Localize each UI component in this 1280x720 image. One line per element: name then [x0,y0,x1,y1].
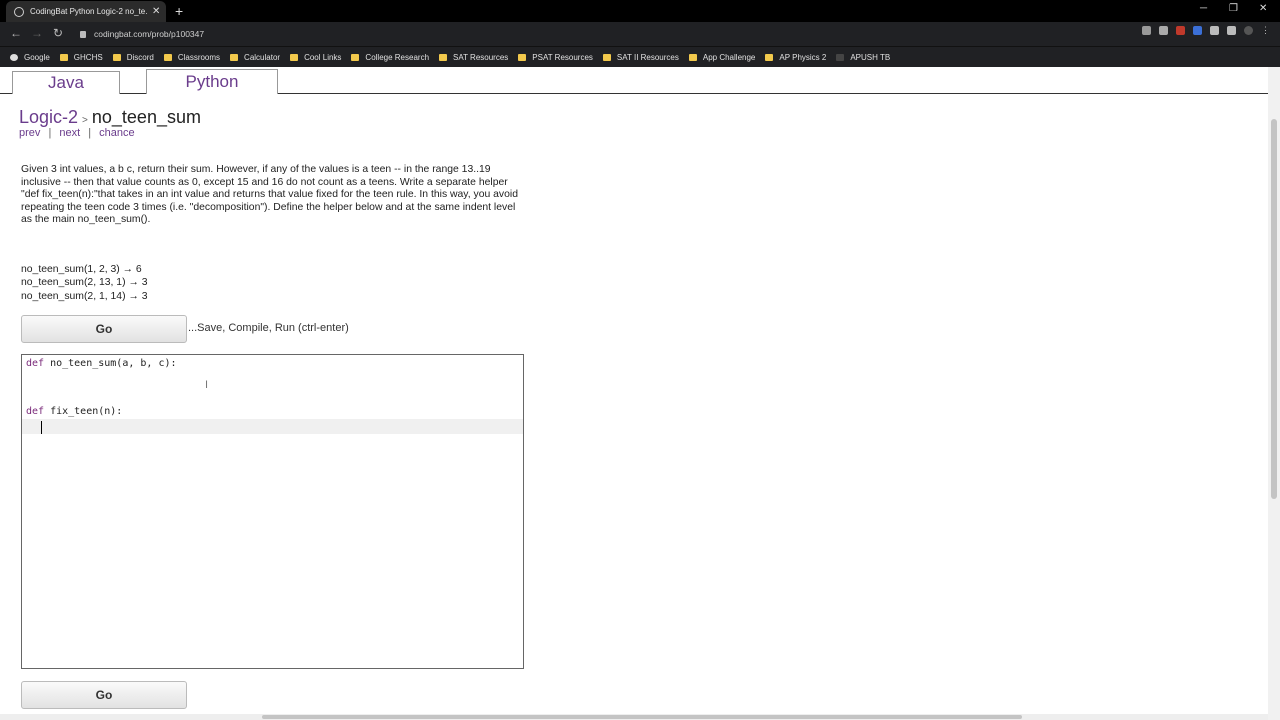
bookmark-apush-tb[interactable]: APUSH TB [836,53,890,62]
tab-title: CodingBat Python Logic-2 no_te... [30,7,148,16]
breadcrumb: Logic-2 > no_teen_sum [19,107,201,128]
vertical-scrollbar[interactable] [1268,67,1280,720]
globe-icon [10,53,18,61]
bookmark-label: Discord [126,52,154,62]
folder-icon [765,53,774,61]
address-bar[interactable]: codingbat.com/prob/p100347 [80,26,1120,42]
bookmark-sat-resources[interactable]: SAT Resources [439,53,508,62]
folder-icon [439,53,448,61]
bookmark-label: Classrooms [177,52,221,62]
chance-link[interactable]: chance [99,127,134,139]
folder-icon [112,53,121,61]
browser-titlebar: CodingBat Python Logic-2 no_te... ✕ + ─ … [0,0,1280,22]
folder-icon [230,53,239,61]
url-text: codingbat.com/prob/p100347 [94,29,205,39]
new-tab-button[interactable]: + [175,3,183,19]
bookmark-sat-ii-resources[interactable]: SAT II Resources [602,52,679,62]
breadcrumb-separator: > [82,115,88,126]
bookmark-label: APUSH TB [850,52,891,62]
folder-icon [59,53,68,61]
bookmark-college-research[interactable]: College Research [351,53,429,62]
bookmark-label: App Challenge [702,52,756,62]
tab-close-icon[interactable]: ✕ [152,6,160,17]
bookmark-google[interactable]: Google [10,53,50,62]
bookmark-label: GHCHS [73,52,103,62]
code-text: fix_teen(n): [44,406,123,417]
prev-link[interactable]: prev [19,127,40,139]
globe-icon [14,6,24,17]
code-line: def fix_teen(n): [26,404,122,420]
bookmark-icon [836,53,845,61]
problem-nav: prev | next | chance [19,127,135,139]
close-window-icon[interactable]: ✕ [1259,3,1267,14]
bookmark-psat-resources[interactable]: PSAT Resources [518,53,593,62]
example-line: no_teen_sum(1, 2, 3) → 6 [21,264,142,275]
code-text: no_teen_sum(a, b, c): [44,358,177,369]
folder-icon [602,53,611,61]
text-cursor [41,421,42,434]
bookmark-label: Cool Links [304,52,342,62]
horizontal-scrollbar[interactable] [0,714,1268,720]
go-button[interactable]: Go [21,315,187,343]
browser-tab[interactable]: CodingBat Python Logic-2 no_te... ✕ [6,1,166,22]
bookmark-cool-links[interactable]: Cool Links [290,53,341,62]
bookmark-discord[interactable]: Discord [112,52,154,62]
ibeam-cursor-icon: I [205,379,209,391]
scrollbar-thumb[interactable] [1271,119,1277,499]
puzzle-icon[interactable] [1227,26,1236,35]
folder-icon [163,53,172,61]
folder-icon [518,53,527,61]
star-icon[interactable] [1159,26,1168,35]
avatar[interactable] [1244,26,1253,35]
lock-icon [80,30,86,38]
extension-icon[interactable] [1210,26,1219,35]
bookmark-label: SAT Resources [453,52,509,62]
next-link[interactable]: next [59,127,80,139]
page-content: Java Python Logic-2 > no_teen_sum prev | n… [0,67,1268,720]
browser-toolbar: ← → ↻ codingbat.com/prob/p100347 ⋮ [0,22,1280,46]
bookmarks-bar: Google GHCHS Discord Classrooms Calculat… [0,46,1280,67]
example-line: no_teen_sum(2, 1, 14) → 3 [21,290,148,302]
example-line: no_teen_sum(2, 13, 1) → 3 [21,277,148,289]
bookmark-calculator[interactable]: Calculator [230,53,280,62]
extension-icons: ⋮ [1142,26,1270,35]
zoom-icon[interactable] [1142,26,1151,35]
code-editor[interactable]: def no_teen_sum(a, b, c): def fix_teen(n… [21,354,524,669]
tab-python[interactable]: Python [146,69,278,94]
menu-icon[interactable]: ⋮ [1261,26,1270,35]
tab-java[interactable]: Java [12,71,120,94]
page-title: no_teen_sum [91,107,201,127]
folder-icon [290,53,299,61]
bookmark-label: College Research [365,52,430,62]
bookmark-ghchs[interactable]: GHCHS [59,52,103,62]
folder-icon [351,53,360,61]
folder-icon [688,53,697,61]
bookmark-label: Google [24,52,50,62]
forward-icon[interactable]: → [31,26,43,40]
language-tabs: Java Python [0,67,1268,94]
bookmark-ap-physics-2[interactable]: AP Physics 2 [765,53,826,62]
bookmark-classrooms[interactable]: Classrooms [163,52,221,62]
extension-icon[interactable] [1193,26,1202,35]
bookmark-label: PSAT Resources [532,52,593,62]
active-line [22,419,523,434]
go-hint: ...Save, Compile, Run (ctrl-enter) [188,322,349,334]
back-icon[interactable]: ← [10,26,22,40]
section-link[interactable]: Logic-2 [19,107,78,127]
bookmark-app-challenge[interactable]: App Challenge [688,52,756,62]
go-button-bottom[interactable]: Go [21,681,187,709]
examples: no_teen_sum(1, 2, 3) → 6 no_teen_sum(2, … [21,263,148,303]
bookmark-label: SAT II Resources [616,52,679,62]
restore-icon[interactable]: ❐ [1229,3,1238,14]
code-keyword: def [26,358,45,369]
adblock-icon[interactable] [1176,26,1185,35]
scrollbar-thumb[interactable] [262,715,1022,719]
reload-icon[interactable]: ↻ [53,26,63,40]
bookmark-label: AP Physics 2 [779,52,827,62]
problem-description: Given 3 int values, a b c, return their … [21,164,518,226]
bookmark-label: Calculator [244,52,281,62]
minimize-icon[interactable]: ─ [1200,3,1207,14]
code-line: def no_teen_sum(a, b, c): [26,356,177,372]
code-keyword: def [26,406,45,417]
